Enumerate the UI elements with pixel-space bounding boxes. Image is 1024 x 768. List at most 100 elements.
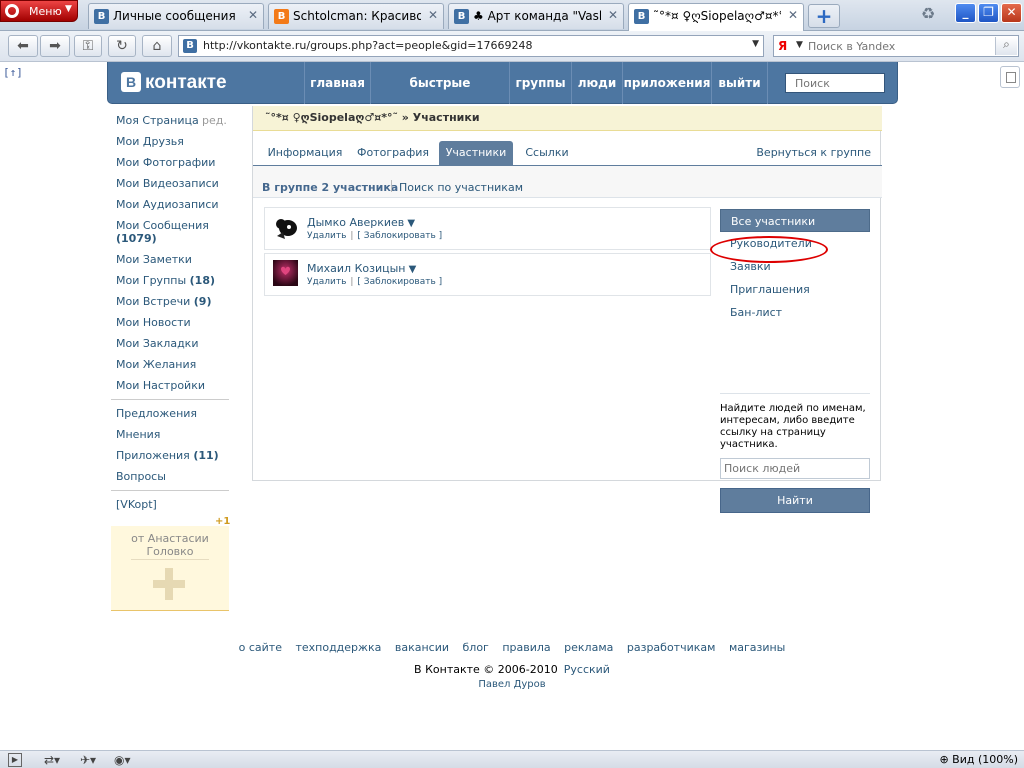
yandex-search-input[interactable] <box>808 38 988 54</box>
remove-member-link[interactable]: Удалить <box>307 231 346 241</box>
menu-item-photos[interactable]: Мои Фотографии <box>116 156 215 169</box>
speed-dial-icon[interactable]: ◉▾ <box>114 752 131 768</box>
block-member-link[interactable]: [ Заблокировать ] <box>357 277 442 287</box>
browser-tab-blog[interactable]: B Schtolcman: Красиво о... ✕ <box>268 3 444 29</box>
tab-links[interactable]: Ссылки <box>521 141 573 166</box>
remove-member-link[interactable]: Удалить <box>307 277 346 287</box>
url-field[interactable]: В http://vkontakte.ru/groups.php?act=peo… <box>178 35 764 57</box>
gift-box[interactable]: от Анастасии Головко <box>111 526 229 611</box>
nav-groups[interactable]: группы <box>509 62 571 104</box>
menu-item-offers[interactable]: Предложения <box>116 407 197 420</box>
author-link[interactable]: Павел Дуров <box>478 679 545 690</box>
filter-invitations[interactable]: Приглашения <box>720 278 870 301</box>
member-name-link[interactable]: Дымко Аверкиев ▼ <box>307 216 415 229</box>
menu-item-bookmarks[interactable]: Мои Закладки <box>116 337 198 350</box>
minimize-button[interactable]: _ <box>955 3 976 23</box>
browser-tab-art-team[interactable]: B ♣ Арт команда "Vashid... ✕ <box>448 3 624 29</box>
chevron-down-icon[interactable]: ▼ <box>752 39 759 49</box>
sync-icon[interactable]: ⇄▾ <box>44 752 60 768</box>
forward-button[interactable]: ➡ <box>40 35 70 57</box>
url-text: http://vkontakte.ru/groups.php?act=peopl… <box>203 39 533 52</box>
browser-tab-group-active[interactable]: B ˜°*¤ ♀ღЅiopelaღ♂¤*°˜:... ✕ <box>628 3 804 31</box>
nav-people[interactable]: люди <box>571 62 622 104</box>
menu-item-opinions[interactable]: Мнения <box>116 428 160 441</box>
yandex-search[interactable]: Я ▼ ⌕ <box>773 35 1019 57</box>
close-tab-icon[interactable]: ✕ <box>608 8 618 22</box>
menu-item-groups[interactable]: Мои Группы (18) <box>116 274 215 287</box>
menu-item-settings[interactable]: Мои Настройки <box>116 379 205 392</box>
search-members-link[interactable]: Поиск по участникам <box>399 181 523 194</box>
footer-link-jobs[interactable]: вакансии <box>395 641 449 654</box>
nav-logout[interactable]: выйти <box>711 62 768 104</box>
reload-button[interactable]: ↻ <box>108 35 136 57</box>
menu-item-notes[interactable]: Мои Заметки <box>116 253 192 266</box>
footer-link-ads[interactable]: реклама <box>564 641 613 654</box>
nav-quick-messages[interactable]: быстрые сообщения <box>370 62 509 132</box>
avatar[interactable] <box>273 214 298 240</box>
menu-item-friends[interactable]: Мои Друзья <box>116 135 184 148</box>
filter-ban-list[interactable]: Бан-лист <box>720 301 870 324</box>
turbo-icon[interactable]: ✈▾ <box>80 752 96 768</box>
menu-item-my-page[interactable]: Моя Страница <box>116 114 199 127</box>
back-button[interactable]: ⬅ <box>8 35 38 57</box>
menu-item-wishes[interactable]: Мои Желания <box>116 358 196 371</box>
menu-item-news[interactable]: Мои Новости <box>116 316 191 329</box>
menu-item-events[interactable]: Мои Встречи (9) <box>116 295 212 308</box>
trash-icon[interactable]: ♻ <box>917 4 939 28</box>
close-tab-icon[interactable]: ✕ <box>788 8 798 22</box>
menu-item-apps[interactable]: Приложения (11) <box>116 449 219 462</box>
home-button[interactable]: ⌂ <box>142 35 172 57</box>
people-search-input[interactable] <box>720 458 870 479</box>
close-window-button[interactable]: ✕ <box>1001 3 1022 23</box>
opera-menu-button[interactable]: Меню ▼ <box>0 0 78 22</box>
menu-item-videos[interactable]: Мои Видеозаписи <box>116 177 219 190</box>
menu-item-questions[interactable]: Вопросы <box>116 470 166 483</box>
menu-item-messages[interactable]: Мои Сообщения (1079) <box>116 219 209 245</box>
nav-home[interactable]: главная <box>304 62 370 104</box>
filter-all-members[interactable]: Все участники <box>720 209 870 232</box>
language-link[interactable]: Русский <box>564 663 610 676</box>
vk-logo[interactable]: Вконтакте <box>121 72 227 94</box>
page-viewport: [↑] Вконтакте главная быстрые сообщения … <box>0 62 1024 750</box>
search-icon[interactable]: ⌕ <box>995 37 1017 55</box>
nav-apps[interactable]: приложения <box>622 62 711 104</box>
edit-link[interactable]: ред. <box>202 114 227 127</box>
breadcrumb-group-link[interactable]: ˜°*¤ ♀ღЅiopelaღ♂¤*°˜ <box>265 111 398 124</box>
member-name-link[interactable]: Михаил Козицын ▼ <box>307 262 416 275</box>
tab-info[interactable]: Информация <box>265 141 345 166</box>
chevron-down-icon[interactable]: ▼ <box>796 40 803 50</box>
wand-button[interactable]: ⚿ <box>74 35 102 57</box>
gift-cross-icon <box>153 568 185 600</box>
close-tab-icon[interactable]: ✕ <box>428 8 438 22</box>
breadcrumb: ˜°*¤ ♀ღЅiopelaღ♂¤*°˜ » Участники <box>253 106 882 131</box>
footer-link-support[interactable]: техподдержка <box>295 641 381 654</box>
new-tab-button[interactable]: + <box>808 4 840 28</box>
tab-members[interactable]: Участники <box>439 141 513 166</box>
footer-link-developers[interactable]: разработчикам <box>627 641 716 654</box>
browser-status-bar: ▶ ⇄▾ ✈▾ ◉▾ ⊕ Вид (100%) <box>0 750 1024 768</box>
restore-button[interactable]: ❐ <box>978 3 999 23</box>
footer-link-rules[interactable]: правила <box>502 641 550 654</box>
footer-link-about[interactable]: о сайте <box>239 641 282 654</box>
zoom-level[interactable]: ⊕ Вид (100%) <box>939 752 1018 768</box>
member-row: Михаил Козицын ▼ Удалить |[ Заблокировать… <box>264 253 711 296</box>
find-button[interactable]: Найти <box>720 488 870 513</box>
vk-search-input[interactable] <box>785 73 885 93</box>
footer-link-shops[interactable]: магазины <box>729 641 785 654</box>
tab-photo[interactable]: Фотография <box>353 141 433 166</box>
back-to-group-link[interactable]: Вернуться к группе <box>756 141 871 164</box>
panel-toggle-button[interactable] <box>1000 66 1020 88</box>
gift-divider <box>131 559 209 560</box>
footer-link-blog[interactable]: блог <box>463 641 489 654</box>
opera-logo-icon <box>5 4 19 18</box>
group-members-panel: ˜°*¤ ♀ღЅiopelaღ♂¤*°˜ » Участники Информа… <box>252 106 882 513</box>
block-member-link[interactable]: [ Заблокировать ] <box>357 231 442 241</box>
browser-tab-messages[interactable]: B Личные сообщения | В ... ✕ <box>88 3 264 29</box>
arrow-left-icon: ⬅ <box>17 38 29 54</box>
panel-icon[interactable]: ▶ <box>8 753 22 767</box>
menu-item-audio[interactable]: Мои Аудиозаписи <box>116 198 219 211</box>
scroll-top-link[interactable]: [↑] <box>3 66 23 79</box>
avatar[interactable] <box>273 260 298 286</box>
close-tab-icon[interactable]: ✕ <box>248 8 258 22</box>
menu-item-vkopt[interactable]: [VKopt] <box>116 498 157 511</box>
